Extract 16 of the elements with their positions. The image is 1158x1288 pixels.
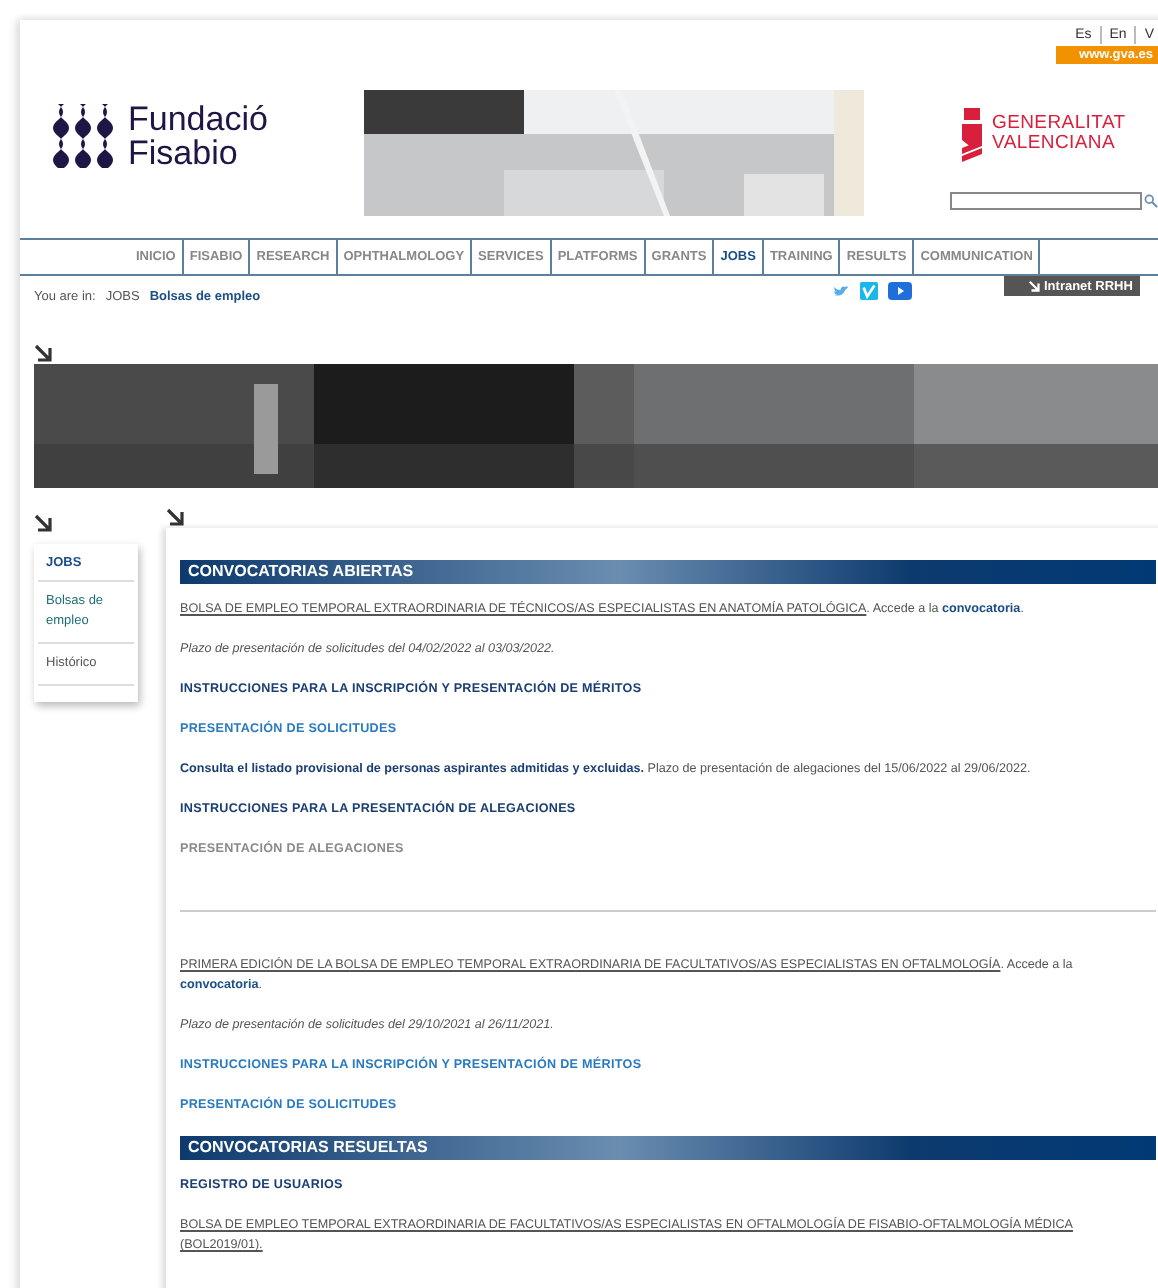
search-field[interactable] xyxy=(950,192,1142,210)
section-heading: CONVOCATORIAS ABIERTAS xyxy=(180,560,1156,584)
bird-icon[interactable] xyxy=(834,284,850,298)
v-letter-icon[interactable] xyxy=(860,282,878,300)
search-icon[interactable] xyxy=(1144,194,1158,208)
gva-logo-text: GENERALITAT VALENCIANA xyxy=(992,114,1126,154)
section-heading: CONVOCATORIAS RESUELTAS xyxy=(180,1136,1156,1160)
arrow-icon xyxy=(1028,279,1042,293)
arrow-icon xyxy=(34,344,54,364)
logo-text: Fundació Fisabio xyxy=(128,102,268,170)
arrow-icon xyxy=(34,514,54,534)
logo[interactable]: Fundació Fisabio xyxy=(52,100,364,172)
crest-icon xyxy=(960,104,984,164)
gva-logo[interactable]: GENERALITAT VALENCIANA xyxy=(960,104,1158,164)
play-icon[interactable] xyxy=(888,282,912,300)
arrow-icon xyxy=(166,508,186,528)
